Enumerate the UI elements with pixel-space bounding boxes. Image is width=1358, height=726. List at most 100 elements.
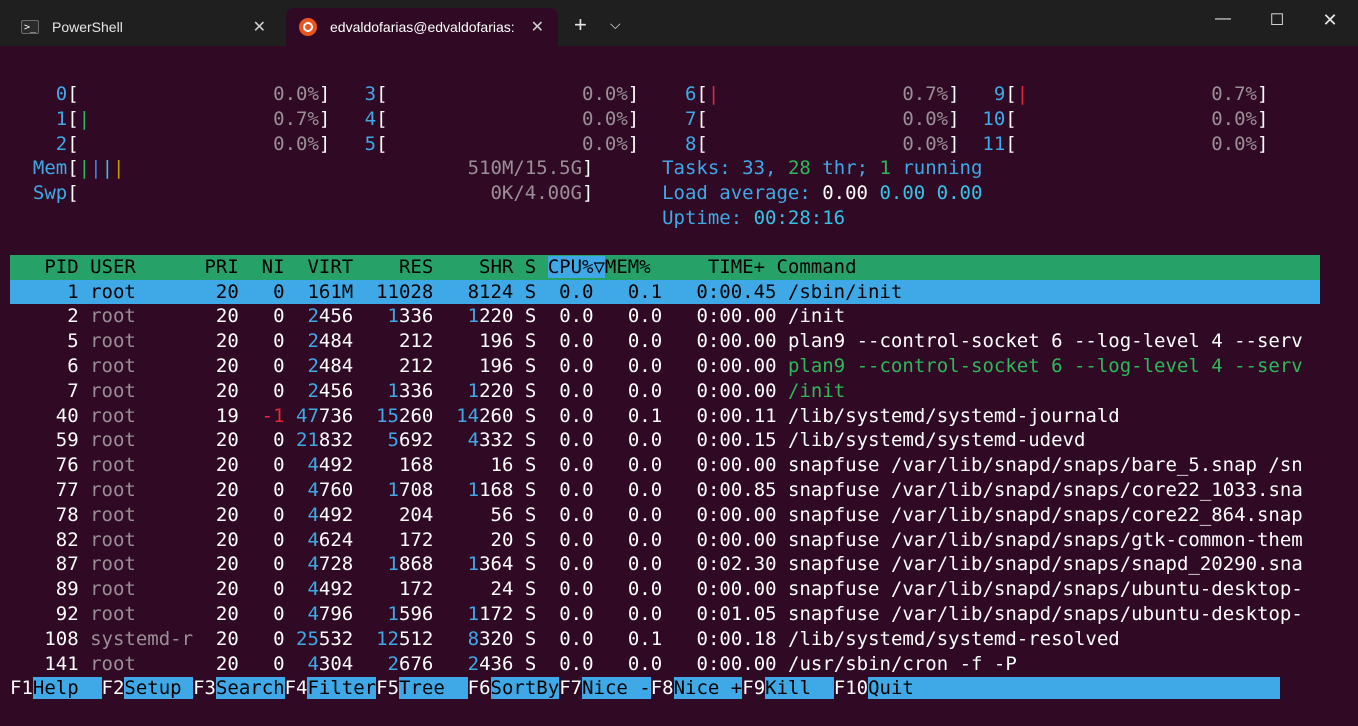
col-command[interactable]: Command — [776, 256, 1314, 278]
cpu-meter-11: 11[ 0.0%] — [982, 132, 1268, 157]
tab-dropdown-chevron-icon[interactable]: ⌵ — [610, 16, 621, 33]
cpu-percent: 0.0 — [547, 454, 605, 477]
time: 0:00.00 — [673, 454, 788, 477]
fkey-f4[interactable]: F4Filter — [285, 677, 377, 700]
state: S — [524, 627, 548, 650]
table-row[interactable]: 6 root 20 0 2484 212 196 S 0.0 0.0 0:00.… — [10, 354, 1320, 379]
num-units: 492 — [318, 503, 354, 526]
col-time[interactable]: TIME+ — [662, 256, 776, 278]
fkey-f5[interactable]: F5Tree — [376, 677, 468, 700]
fkey-f1[interactable]: F1Help — [10, 677, 102, 700]
fkey-f8[interactable]: F8Nice + — [651, 677, 743, 700]
col-ni[interactable]: NI — [250, 256, 296, 278]
fkey-f3[interactable]: F3Search — [193, 677, 285, 700]
tab-powershell[interactable]: >_ PowerShell ✕ — [8, 8, 280, 46]
new-tab-button[interactable]: + — [574, 12, 587, 38]
col-pid[interactable]: PID — [10, 256, 90, 278]
col-user[interactable]: USER — [90, 256, 204, 278]
num: 16 — [444, 454, 514, 477]
meter-bracket: [ — [1005, 107, 1017, 130]
fkey-f9[interactable]: F9Kill — [742, 677, 834, 700]
close-button[interactable]: ✕ — [1310, 10, 1350, 31]
state: S — [524, 280, 548, 303]
cpu-meter-3: 3[ 0.0%] — [353, 82, 640, 107]
table-row[interactable]: 92 root 20 0 4796 1596 1172 S 0.0 0.0 0:… — [10, 602, 1320, 627]
cpu-value: 0.7% — [902, 83, 949, 105]
command: /init — [788, 305, 1326, 328]
priority: 20 — [204, 652, 251, 675]
num-units: 708 — [399, 478, 434, 501]
text — [776, 157, 787, 179]
maximize-button[interactable]: ☐ — [1257, 10, 1297, 30]
table-row[interactable]: 141 root 20 0 4304 2676 2436 S 0.0 0.0 0… — [10, 652, 1320, 677]
fkey-number: F1 — [10, 677, 33, 700]
process-table-header[interactable]: PID USER PRI NI VIRT RES SHR S CPU%▽MEM%… — [10, 254, 1320, 280]
pid: 82 — [10, 528, 91, 551]
priority: 20 — [204, 602, 251, 625]
table-row[interactable]: 82 root 20 0 4624 172 20 S 0.0 0.0 0:00.… — [10, 528, 1320, 553]
pid: 77 — [10, 478, 91, 501]
cpu-meter-1: 1[| 0.7%] — [44, 107, 331, 132]
fkey-number: F2 — [101, 677, 125, 700]
table-row[interactable]: 78 root 20 0 4492 204 56 S 0.0 0.0 0:00.… — [10, 503, 1320, 528]
table-row[interactable]: 77 root 20 0 4760 1708 1168 S 0.0 0.0 0:… — [10, 478, 1320, 503]
cpu-id: 5 — [353, 132, 377, 155]
cpu-value: 0.0% — [273, 83, 319, 105]
table-row[interactable]: 59 root 20 0 21832 5692 4332 S 0.0 0.0 0… — [10, 428, 1320, 453]
table-row[interactable]: 2 root 20 0 2456 1336 1220 S 0.0 0.0 0:0… — [10, 304, 1320, 329]
col-shr[interactable]: SHR — [445, 256, 525, 278]
table-row[interactable]: 76 root 20 0 4492 168 16 S 0.0 0.0 0:00.… — [10, 453, 1320, 478]
user: root — [90, 578, 205, 601]
meter-bracket: ] — [627, 83, 640, 105]
num-units: 336 — [399, 305, 434, 328]
meter-fill — [388, 108, 582, 130]
fkey-number: F10 — [833, 677, 869, 700]
load-15: 0.00 — [936, 182, 983, 205]
col-mem[interactable]: MEM% — [605, 256, 662, 278]
mem-bar-used: | — [78, 157, 91, 180]
table-row[interactable]: 1 root 20 0 161M 11028 8124 S 0.0 0.1 0:… — [10, 279, 1320, 305]
time: 0:00.18 — [673, 627, 789, 650]
cpu-meter-6: 6[| 0.7%] — [674, 82, 960, 107]
time: 0:00.11 — [673, 404, 789, 427]
text — [925, 182, 936, 204]
table-row[interactable]: 89 root 20 0 4492 172 24 S 0.0 0.0 0:00.… — [10, 577, 1320, 602]
col-cpu[interactable]: CPU%▽ — [547, 255, 605, 278]
tab-ubuntu[interactable]: edvaldofarias@edvaldofarias: ✕ — [286, 8, 558, 46]
fkey-f6[interactable]: F6SortBy — [468, 677, 560, 700]
cpu-meter-7: 7[ 0.0%] — [674, 107, 960, 132]
time: 0:01.05 — [673, 602, 789, 625]
fkey-f7[interactable]: F7Nice - — [559, 677, 651, 700]
fkey-label: Nice - — [582, 677, 651, 700]
text — [513, 330, 524, 352]
table-row[interactable]: 108 systemd-r 20 0 25532 12512 8320 S 0.… — [10, 627, 1320, 652]
fkey-label: Nice + — [673, 677, 743, 700]
meter-bracket: ] — [581, 182, 594, 205]
cpu-bar: | — [707, 83, 720, 105]
meter-fill — [388, 83, 582, 105]
table-row[interactable]: 40 root 19 -1 47736 15260 14260 S 0.0 0.… — [10, 404, 1320, 429]
col-virt[interactable]: VIRT — [296, 256, 365, 278]
table-row[interactable]: 87 root 20 0 4728 1868 1364 S 0.0 0.0 0:… — [10, 552, 1320, 577]
col-pri[interactable]: PRI — [204, 256, 250, 278]
cpu-meter-10: 10[ 0.0%] — [982, 107, 1268, 132]
tab-close-icon[interactable]: ✕ — [531, 17, 544, 37]
tab-close-icon[interactable]: ✕ — [253, 17, 266, 37]
cpu-percent: 0.0 — [547, 354, 605, 377]
text — [353, 405, 364, 427]
minimize-button[interactable]: — — [1203, 10, 1243, 28]
text — [433, 578, 444, 600]
num-thousands: 2 — [296, 330, 319, 353]
text — [433, 405, 444, 427]
table-row[interactable]: 5 root 20 0 2484 212 196 S 0.0 0.0 0:00.… — [10, 329, 1320, 354]
table-row[interactable]: 7 root 20 0 2456 1336 1220 S 0.0 0.0 0:0… — [10, 379, 1320, 404]
terminal[interactable]: 0[ 0.0%] 1[| 0.7%] 2[ 0.0%] 3[ 0.0%] 4[ … — [10, 82, 1320, 701]
user: root — [90, 602, 205, 625]
text — [868, 182, 879, 204]
col-res[interactable]: RES — [365, 256, 445, 278]
col-state[interactable]: S — [525, 256, 548, 278]
title-bar: >_ PowerShell ✕ edvaldofarias@edvaldofar… — [0, 0, 1358, 46]
fkey-f2[interactable]: F2Setup — [101, 677, 194, 700]
fkey-f10[interactable]: F10Quit — [833, 677, 1280, 700]
state: S — [524, 478, 548, 501]
